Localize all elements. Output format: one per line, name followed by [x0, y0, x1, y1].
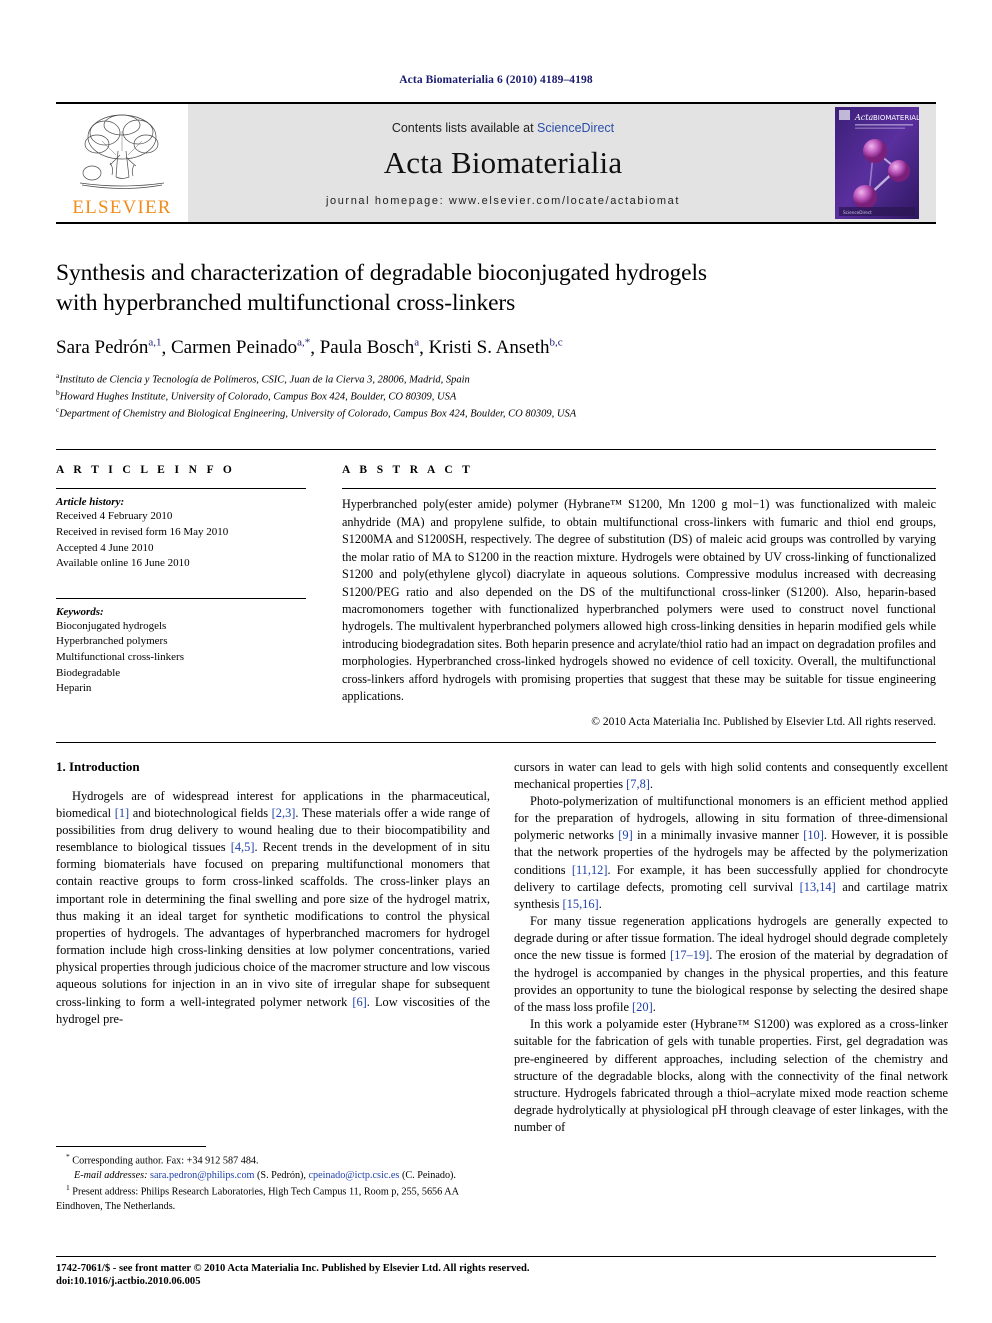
citation-link[interactable]: [6]: [352, 995, 366, 1009]
article-info-column: A R T I C L E I N F O Article history: R…: [56, 464, 324, 727]
info-abstract-section: A R T I C L E I N F O Article history: R…: [56, 449, 936, 728]
elsevier-logo: ELSEVIER: [56, 104, 188, 222]
email-owner: (C. Peinado).: [399, 1169, 456, 1181]
citation-link[interactable]: [4,5]: [231, 840, 255, 854]
citation-link[interactable]: [11,12]: [572, 863, 608, 877]
citation-link[interactable]: [2,3]: [272, 806, 296, 820]
keywords-label: Keywords:: [56, 605, 104, 618]
citation-link[interactable]: [10]: [803, 828, 824, 842]
divider: [56, 741, 936, 743]
keyword[interactable]: Bioconjugated hydrogels: [56, 619, 306, 635]
paragraph: In this work a polyamide ester (Hybrane™…: [514, 1017, 948, 1135]
keyword[interactable]: Hyperbranched polymers: [56, 634, 306, 650]
keywords-block: Keywords: Bioconjugated hydrogels Hyperb…: [56, 606, 306, 697]
contents-available-line: Contents lists available at ScienceDirec…: [392, 121, 614, 135]
asterisk-icon: *: [66, 1152, 70, 1161]
author[interactable]: Paula Boscha: [320, 337, 419, 358]
paragraph: Photo-polymerization of multifunctional …: [514, 793, 948, 911]
page-footer: 1742-7061/$ - see front matter © 2010 Ac…: [56, 1256, 936, 1287]
affiliation: bHoward Hughes Institute, University of …: [56, 387, 457, 403]
affiliation: aInstituto de Ciencia y Tecnología de Po…: [56, 371, 470, 386]
contents-prefix: Contents lists available at: [391, 121, 538, 135]
running-head: Acta Biomaterialia 6 (2010) 4189–4198: [399, 74, 593, 86]
journal-title: Acta Biomaterialia: [383, 145, 623, 180]
title-line-2: with hyperbranched multifunctional cross…: [56, 290, 516, 317]
citation-link[interactable]: [15,16]: [563, 897, 599, 911]
journal-masthead: ELSEVIER Contents lists available at Sci…: [56, 102, 936, 224]
body-column-left: 1. Introduction Hydrogels are of widespr…: [56, 759, 490, 1137]
history-item: Available online 16 June 2010: [56, 557, 190, 570]
citation-link[interactable]: [1]: [115, 806, 129, 820]
keyword[interactable]: Multifunctional cross-linkers: [56, 650, 306, 666]
author[interactable]: Kristi S. Ansethb,c: [429, 337, 563, 358]
divider: [56, 488, 306, 490]
email-note: E-mail addresses: sara.pedron@philips.co…: [56, 1169, 490, 1183]
masthead-center: Contents lists available at ScienceDirec…: [188, 104, 818, 222]
svg-text:BIOMATERIALIA: BIOMATERIALIA: [873, 114, 919, 122]
author-marks: a,*: [297, 337, 311, 350]
author-marks: a,1: [148, 337, 162, 350]
body-column-right: cursors in water can lead to gels with h…: [514, 759, 948, 1137]
present-address-note: 1 Present address: Philips Research Labo…: [56, 1182, 459, 1212]
email-label: E-mail addresses:: [74, 1169, 148, 1181]
email-link[interactable]: sara.pedron@philips.com: [150, 1170, 254, 1181]
page-title: Synthesis and characterization of degrad…: [56, 258, 936, 318]
journal-article-page: Acta Biomaterialia 6 (2010) 4189–4198 EL…: [0, 0, 992, 1323]
author-marks: a: [414, 337, 420, 350]
journal-cover-thumbnail: Acta BIOMATERIALIA ScienceDirect: [835, 107, 919, 219]
divider: [56, 1256, 936, 1257]
elsevier-tree-icon: [79, 114, 165, 189]
corresponding-author-note: * Corresponding author. Fax: +34 912 587…: [66, 1152, 259, 1167]
abstract-copyright: © 2010 Acta Materialia Inc. Published by…: [591, 715, 936, 728]
divider: [342, 488, 936, 490]
abstract-column: A B S T R A C T Hyperbranched poly(ester…: [324, 464, 936, 728]
issn-copyright-line: 1742-7061/$ - see front matter © 2010 Ac…: [56, 1263, 530, 1274]
author[interactable]: Sara Pedróna,1: [56, 337, 161, 358]
abstract-text: Hyperbranched poly(ester amide) polymer …: [342, 497, 936, 704]
author-list: Sara Pedróna,1, Carmen Peinadoa,*, Paula…: [56, 337, 563, 359]
paragraph: Hydrogels are of widespread interest for…: [56, 788, 490, 1026]
footnotes-block: * Corresponding author. Fax: +34 912 587…: [56, 1146, 490, 1214]
affiliation: cDepartment of Chemistry and Biological …: [56, 404, 577, 420]
section-heading-introduction: 1. Introduction: [56, 758, 140, 774]
author-marks: b,c: [549, 337, 563, 350]
doi-line[interactable]: doi:10.1016/j.actbio.2010.06.005: [56, 1276, 616, 1287]
svg-text:ScienceDirect: ScienceDirect: [843, 210, 872, 215]
footnote-marker: 1: [66, 1182, 70, 1192]
svg-text:Acta: Acta: [854, 113, 873, 122]
title-block: Synthesis and characterization of degrad…: [56, 258, 936, 421]
keyword[interactable]: Biodegradable: [56, 666, 306, 682]
citation-link[interactable]: [7,8]: [626, 777, 650, 791]
article-info-heading: A R T I C L E I N F O: [56, 464, 236, 477]
masthead-cover-holder: Acta BIOMATERIALIA ScienceDirect: [818, 104, 936, 222]
elsevier-wordmark: ELSEVIER: [72, 197, 172, 218]
keyword[interactable]: Heparin: [56, 681, 306, 697]
citation-link[interactable]: [17–19]: [670, 948, 709, 962]
title-line-1: Synthesis and characterization of degrad…: [56, 260, 707, 286]
affiliation-list: aInstituto de Ciencia y Tecnología de Po…: [56, 371, 936, 421]
body-columns: 1. Introduction Hydrogels are of widespr…: [56, 759, 948, 1137]
author[interactable]: Carmen Peinadoa,*: [171, 337, 310, 358]
article-history-label: Article history:: [56, 496, 125, 509]
paragraph: For many tissue regeneration application…: [514, 914, 948, 1014]
divider: [56, 597, 306, 599]
citation-link[interactable]: [13,14]: [800, 880, 836, 894]
abstract-heading: A B S T R A C T: [342, 464, 474, 477]
citation-link[interactable]: [9]: [618, 828, 632, 842]
history-item: Accepted 4 June 2010: [56, 541, 154, 554]
divider: [56, 1146, 206, 1147]
citation-link[interactable]: [20]: [632, 1000, 653, 1014]
journal-homepage-url[interactable]: journal homepage: www.elsevier.com/locat…: [326, 195, 680, 207]
sciencedirect-link[interactable]: ScienceDirect: [537, 121, 614, 135]
history-item: Received 4 February 2010: [56, 510, 173, 523]
history-item: Received in revised form 16 May 2010: [56, 525, 229, 538]
email-link[interactable]: cpeinado@ictp.csic.es: [309, 1170, 400, 1181]
paragraph: cursors in water can lead to gels with h…: [514, 759, 948, 791]
email-owner: (S. Pedrón),: [254, 1169, 309, 1181]
